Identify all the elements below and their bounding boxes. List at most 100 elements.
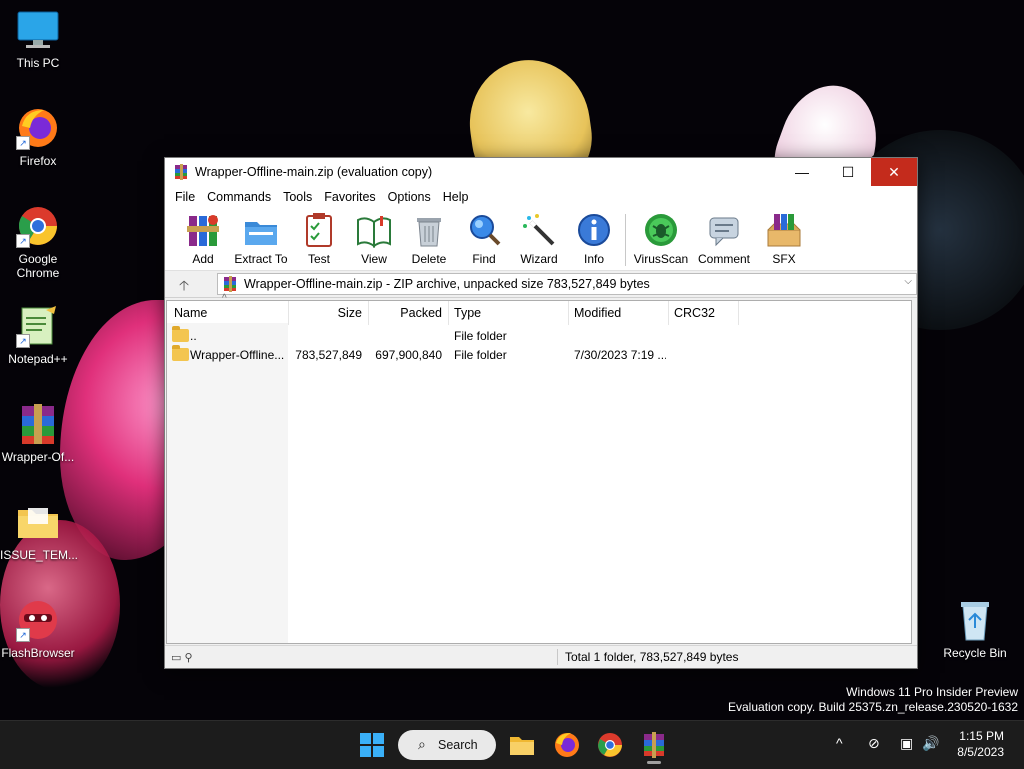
desktop-icon-wrapper-offline-zip[interactable]: Wrapper-Of... — [0, 402, 76, 464]
taskbar-search-button[interactable]: ⌕ Search — [398, 730, 496, 760]
comment-button[interactable]: Comment — [694, 210, 754, 266]
taskbar-winrar[interactable] — [640, 731, 668, 759]
clock-time: 1:15 PM — [959, 729, 1004, 743]
comment-icon — [706, 212, 742, 248]
folder-icon — [172, 326, 189, 342]
winrar-window[interactable]: Wrapper-Offline-main.zip (evaluation cop… — [164, 157, 918, 669]
sfx-box-icon — [766, 212, 802, 248]
desktop-icon-label: Recycle Bin — [943, 646, 1007, 660]
taskbar-chrome[interactable] — [596, 731, 624, 759]
maximize-button[interactable]: ☐ — [825, 158, 871, 186]
firefox-icon — [555, 733, 579, 757]
menu-file[interactable]: File — [169, 190, 201, 204]
close-button[interactable]: ✕ — [871, 158, 917, 186]
windows-evaluation-watermark: Windows 11 Pro Insider Preview Evaluatio… — [728, 685, 1018, 715]
desktop-icon-label: Google Chrome — [16, 252, 60, 280]
active-app-indicator — [647, 761, 661, 764]
menu-tools[interactable]: Tools — [277, 190, 318, 204]
display-icon[interactable]: ▣ — [900, 735, 913, 752]
column-modified[interactable]: Modified — [568, 301, 669, 325]
add-label: Add — [192, 252, 214, 266]
winrar-archive-icon — [16, 402, 60, 446]
taskbar: ⌕ Search ^ ⊘ ▣ 🔊 1:15 PM 8/5/2023 — [0, 720, 1024, 769]
test-button[interactable]: Test — [289, 210, 349, 266]
taskbar-firefox[interactable] — [553, 731, 581, 759]
volume-icon[interactable]: 🔊 — [922, 735, 939, 752]
cell-modified: 7/30/2023 7:19 ... — [574, 348, 666, 362]
column-type[interactable]: Type — [448, 301, 569, 325]
recycle-bin-icon — [953, 598, 997, 642]
desktop-icon-label: ISSUE_TEM... — [0, 548, 79, 562]
address-text: Wrapper-Offline-main.zip - ZIP archive, … — [244, 277, 650, 291]
info-button[interactable]: Info — [564, 210, 624, 266]
desktop-icon-label: FlashBrowser — [1, 646, 75, 660]
toolbar-separator — [625, 214, 626, 266]
column-packed[interactable]: Packed — [368, 301, 449, 325]
view-button[interactable]: View — [344, 210, 404, 266]
menu-help[interactable]: Help — [437, 190, 475, 204]
wizard-button[interactable]: Wizard — [509, 210, 569, 266]
info-label: Info — [583, 252, 604, 266]
search-label: Search — [438, 738, 478, 752]
shortcut-arrow-icon: ↗ — [16, 136, 30, 150]
taskbar-file-explorer[interactable] — [508, 731, 536, 759]
table-row-wrapper-offline[interactable]: Wrapper-Offline... 783,527,849 697,900,8… — [167, 345, 911, 365]
search-icon: ⌕ — [418, 736, 426, 752]
desktop-icon-google-chrome[interactable]: ↗ Google Chrome — [0, 204, 76, 280]
delete-button[interactable]: Delete — [399, 210, 459, 266]
table-row-parent[interactable]: .. File folder — [167, 326, 911, 346]
file-list[interactable]: ^ Name Size Packed Type Modified CRC32 .… — [166, 293, 912, 644]
extract-to-label: Extract To — [234, 252, 288, 266]
chrome-icon — [598, 733, 622, 757]
virusscan-button[interactable]: VirusScan — [631, 210, 691, 266]
address-field[interactable]: Wrapper-Offline-main.zip - ZIP archive, … — [217, 273, 917, 295]
desktop-icon-notepad-plus-plus[interactable]: ↗ Notepad++ — [0, 304, 76, 366]
desktop-icon-issue-template-folder[interactable]: ISSUE_TEM... — [0, 500, 79, 562]
cell-size: 783,527,849 — [295, 348, 362, 362]
folder-icon — [172, 345, 189, 361]
magnifier-icon — [466, 212, 502, 248]
desktop-icon-this-pc[interactable]: This PC — [0, 8, 76, 70]
firefox-icon: ↗ — [16, 106, 60, 150]
folder-icon — [16, 500, 60, 544]
show-hidden-icons-button[interactable]: ^ — [836, 735, 843, 751]
name-column-shade — [167, 323, 288, 643]
delete-label: Delete — [411, 252, 447, 266]
minimize-button[interactable]: — — [779, 158, 825, 186]
cell-type: File folder — [454, 329, 507, 343]
menu-favorites[interactable]: Favorites — [318, 190, 381, 204]
cell-name: .. — [190, 329, 197, 343]
desktop-icon-flashbrowser[interactable]: ↗ FlashBrowser — [0, 598, 76, 660]
notepad-plus-plus-icon: ↗ — [16, 304, 60, 348]
column-crc32[interactable]: CRC32 — [668, 301, 739, 325]
chevron-down-icon[interactable]: ⌵ — [904, 276, 912, 287]
drive-key-icon[interactable]: ▭ ⚲ — [171, 651, 193, 664]
column-name[interactable]: Name — [167, 301, 289, 325]
extract-to-button[interactable]: Extract To — [231, 210, 291, 266]
sfx-label: SFX — [772, 252, 796, 266]
find-button[interactable]: Find — [454, 210, 514, 266]
desktop-icon-label: This PC — [16, 56, 60, 70]
address-bar: 🡡 Wrapper-Offline-main.zip - ZIP archive… — [165, 271, 917, 298]
file-explorer-icon — [510, 737, 534, 755]
watermark-line-1: Windows 11 Pro Insider Preview — [846, 685, 1018, 699]
desktop-icon-recycle-bin[interactable]: Recycle Bin — [937, 598, 1013, 660]
wizard-label: Wizard — [520, 252, 558, 266]
add-button[interactable]: Add — [173, 210, 233, 266]
desktop-icon-firefox[interactable]: ↗ Firefox — [0, 106, 76, 168]
test-label: Test — [307, 252, 330, 266]
title-bar[interactable]: Wrapper-Offline-main.zip (evaluation cop… — [165, 158, 917, 186]
menu-options[interactable]: Options — [382, 190, 437, 204]
monitor-icon — [16, 8, 60, 52]
desktop-icon-label: Firefox — [19, 154, 57, 168]
window-title: Wrapper-Offline-main.zip (evaluation cop… — [195, 165, 433, 179]
sfx-button[interactable]: SFX — [754, 210, 814, 266]
menu-commands[interactable]: Commands — [201, 190, 277, 204]
up-one-level-button[interactable]: 🡡 — [179, 275, 189, 299]
start-button[interactable] — [358, 731, 386, 759]
column-size[interactable]: Size — [288, 301, 369, 325]
network-offline-icon[interactable]: ⊘ — [868, 735, 880, 752]
taskbar-clock[interactable]: 1:15 PM 8/5/2023 — [957, 728, 1004, 760]
watermark-line-2: Evaluation copy. Build 25375.zn_release.… — [728, 700, 1018, 714]
trash-icon — [411, 212, 447, 248]
